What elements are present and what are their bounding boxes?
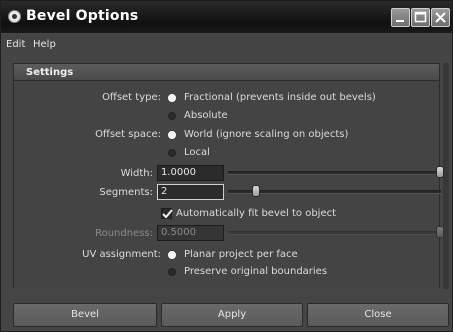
title-bar[interactable]: Bevel Options [1,1,452,33]
minimize-button[interactable] [391,8,410,27]
roundness-field[interactable]: 0.5000 [157,225,224,241]
settings-section-title: Settings [26,67,74,78]
roundness-label: Roundness: [95,228,153,239]
uv-preserve-radio[interactable] [168,268,176,276]
uv-planar-label[interactable]: Planar project per face [184,249,298,260]
menu-edit[interactable]: Edit [6,39,25,50]
window-close-button[interactable] [431,8,450,27]
minimize-icon [396,20,404,22]
offset-type-fractional-radio[interactable] [168,94,176,102]
uv-preserve-label[interactable]: Preserve original boundaries [184,266,327,277]
width-slider-track[interactable] [228,171,441,175]
close-button[interactable]: Close [307,303,449,327]
offset-type-fractional-label[interactable]: Fractional (prevents inside out bevels) [184,92,376,103]
segments-slider-handle[interactable] [251,185,260,197]
auto-fit-label[interactable]: Automatically fit bevel to object [176,208,336,219]
roundness-slider-handle[interactable] [436,226,444,238]
offset-space-local-label[interactable]: Local [184,147,210,158]
uv-assignment-label: UV assignment: [82,249,161,260]
roundness-slider-track[interactable] [228,231,441,235]
close-icon [435,12,446,23]
vertical-scrollbar[interactable] [443,63,449,289]
uv-planar-radio[interactable] [168,251,176,259]
maximize-icon [414,11,427,23]
maximize-button[interactable] [411,8,430,27]
checkmark-icon [162,209,173,219]
menu-bar: Edit Help [1,35,452,55]
apply-button[interactable]: Apply [161,303,303,327]
offset-type-absolute-label[interactable]: Absolute [184,110,228,121]
width-slider-handle[interactable] [436,166,444,178]
segments-slider-track[interactable] [228,190,441,194]
bevel-button[interactable]: Bevel [13,303,157,327]
width-label: Width: [120,168,153,179]
offset-type-label: Offset type: [102,92,161,103]
offset-space-local-radio[interactable] [168,149,176,157]
offset-type-absolute-radio[interactable] [168,112,176,120]
segments-field[interactable]: 2 [157,184,224,200]
offset-space-world-radio[interactable] [168,131,176,139]
settings-section-header[interactable]: Settings [13,63,440,81]
width-field[interactable]: 1.0000 [157,165,224,181]
bevel-options-window: Bevel Options Edit Help Settings Offset … [0,0,453,332]
offset-space-world-label[interactable]: World (ignore scaling on objects) [184,129,348,140]
menu-help[interactable]: Help [33,39,56,50]
segments-label: Segments: [99,187,153,198]
auto-fit-checkbox[interactable] [161,208,173,219]
offset-space-label: Offset space: [95,129,161,140]
maya-app-icon [8,10,21,23]
window-title: Bevel Options [26,8,139,24]
